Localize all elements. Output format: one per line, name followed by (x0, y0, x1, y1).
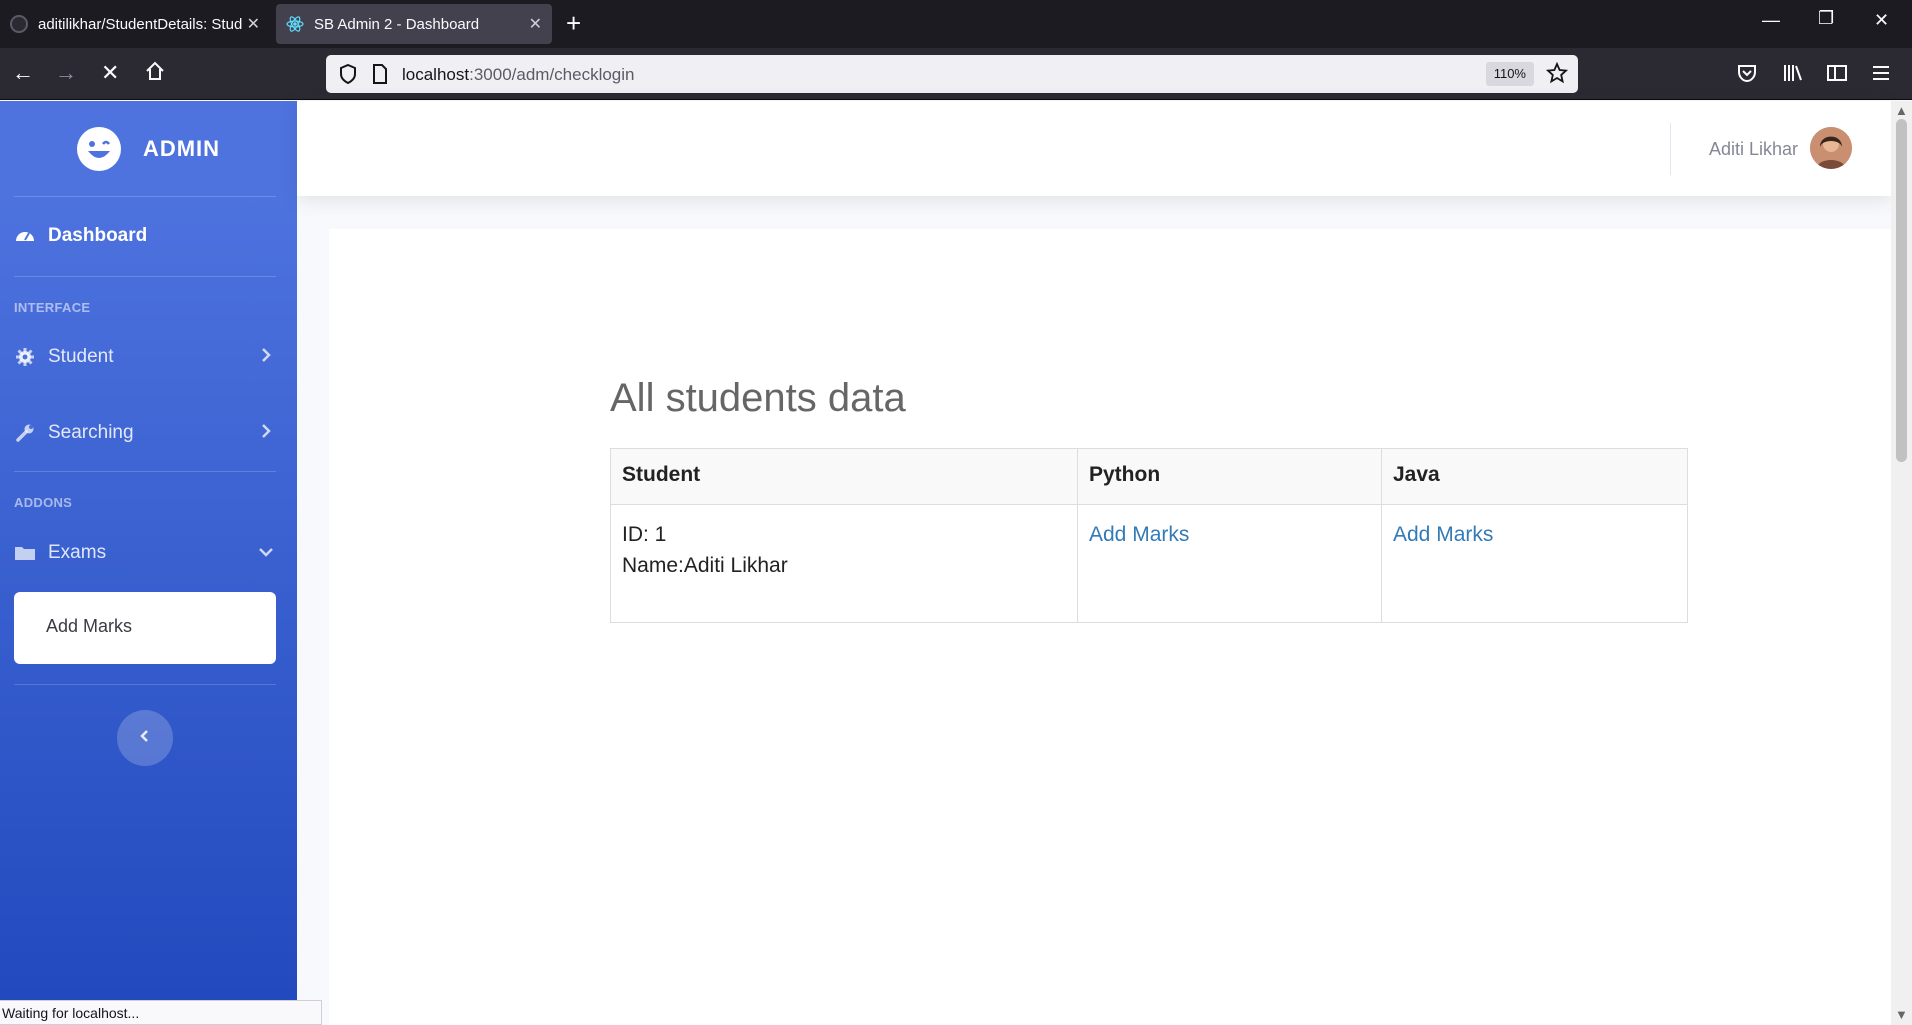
sidebar-heading-interface: INTERFACE (14, 300, 91, 315)
browser-toolbar: ← → ✕ localhost:3000/adm/checklogin 110% (0, 48, 1912, 100)
sidebar-item-label: Exams (48, 542, 107, 563)
url-text: localhost:3000/adm/checklogin (402, 65, 635, 85)
avatar[interactable] (1810, 127, 1852, 169)
forward-arrow-icon[interactable]: → (55, 60, 77, 86)
column-header-student: Student (610, 448, 1078, 505)
sidebar-item-searching[interactable]: Searching (0, 405, 297, 461)
sidebar-item-exams[interactable]: Exams (0, 525, 297, 581)
github-favicon-icon (10, 15, 28, 33)
tab-close-icon[interactable]: ✕ (247, 14, 260, 34)
sidebar-item-label: Searching (48, 422, 134, 443)
python-cell: Add Marks (1077, 504, 1382, 623)
sidebar-toggle-icon[interactable] (1826, 62, 1848, 89)
student-name: Name:Aditi Likhar (622, 554, 788, 577)
sidebar-brand[interactable]: ADMIN (0, 101, 297, 196)
topbar-divider (1670, 123, 1671, 175)
close-window-icon[interactable]: ✕ (1874, 10, 1889, 31)
browser-tab-strip: aditilikhar/StudentDetails: Stud ✕ SB Ad… (0, 0, 1912, 48)
tachometer-icon (14, 225, 36, 247)
column-header-java: Java (1381, 448, 1688, 505)
topbar: Aditi Likhar (297, 101, 1891, 196)
student-id: ID: 1 (622, 523, 667, 546)
page-title: All students data (610, 376, 906, 420)
tracking-shield-icon[interactable] (338, 63, 358, 90)
bookmark-star-icon[interactable] (1545, 61, 1569, 89)
add-marks-python-link[interactable]: Add Marks (1089, 523, 1189, 546)
sidebar-heading-addons: ADDONS (14, 495, 73, 510)
sidebar-divider (14, 471, 276, 472)
sidebar-toggle-button[interactable] (117, 710, 173, 766)
stop-loading-icon[interactable]: ✕ (101, 60, 119, 86)
table-row: ID: 1 Name:Aditi Likhar Add Marks Add Ma… (610, 504, 1688, 623)
page-scrollbar[interactable]: ▲ ▼ (1891, 101, 1912, 1025)
submenu-item-add-marks[interactable]: Add Marks (46, 616, 132, 637)
minimize-window-icon[interactable]: — (1762, 10, 1780, 31)
sidebar-item-student[interactable]: Student (0, 329, 297, 385)
sidebar-divider (14, 276, 276, 277)
folder-icon (14, 542, 36, 564)
zoom-level-badge[interactable]: 110% (1485, 62, 1534, 86)
page-info-icon[interactable] (371, 63, 389, 90)
scrollbar-thumb[interactable] (1896, 119, 1907, 462)
sidebar: ADMIN Dashboard INTERFACE Student Search… (0, 101, 297, 1000)
address-bar[interactable]: localhost:3000/adm/checklogin 110% (326, 55, 1578, 93)
wrench-icon (14, 422, 36, 444)
new-tab-plus-icon[interactable]: + (566, 8, 581, 39)
sidebar-divider (14, 684, 276, 685)
scroll-down-icon[interactable]: ▼ (1895, 1007, 1908, 1022)
student-cell: ID: 1 Name:Aditi Likhar (610, 504, 1078, 623)
browser-tab-dashboard[interactable]: SB Admin 2 - Dashboard ✕ (276, 4, 552, 44)
tab-title: aditilikhar/StudentDetails: Stud (38, 15, 243, 33)
chevron-down-icon (257, 543, 275, 565)
url-path: :3000/adm/checklogin (469, 65, 635, 84)
sidebar-item-label: Dashboard (48, 225, 148, 246)
java-cell: Add Marks (1381, 504, 1688, 623)
browser-tab-github[interactable]: aditilikhar/StudentDetails: Stud ✕ (0, 4, 270, 44)
chevron-left-icon (138, 727, 152, 750)
app-menu-icon[interactable] (1870, 62, 1892, 89)
home-icon[interactable] (144, 60, 166, 88)
url-host: localhost (402, 65, 470, 84)
table-header-row: Student Python Java (610, 448, 1688, 505)
restore-window-icon[interactable]: ❐ (1818, 8, 1834, 29)
library-icon[interactable] (1782, 62, 1804, 89)
sidebar-item-label: Student (48, 346, 114, 367)
add-marks-java-link[interactable]: Add Marks (1393, 523, 1493, 546)
laugh-wink-icon (76, 126, 121, 171)
tab-close-icon[interactable]: ✕ (529, 14, 542, 34)
react-favicon-icon (286, 15, 304, 33)
user-name[interactable]: Aditi Likhar (1709, 139, 1798, 160)
sidebar-item-dashboard[interactable]: Dashboard (0, 208, 297, 264)
chevron-right-icon (259, 345, 273, 371)
column-header-python: Python (1077, 448, 1382, 505)
sidebar-divider (14, 196, 276, 197)
students-table: Student Python Java ID: 1 Name:Aditi Lik… (610, 448, 1688, 623)
scroll-up-icon[interactable]: ▲ (1895, 103, 1908, 118)
cog-icon (14, 346, 36, 368)
brand-text: ADMIN (142, 135, 221, 161)
pocket-icon[interactable] (1736, 62, 1758, 89)
browser-status-bar: Waiting for localhost... (0, 1000, 322, 1025)
exams-submenu: Add Marks (14, 592, 276, 664)
tab-title: SB Admin 2 - Dashboard (314, 15, 480, 33)
back-arrow-icon[interactable]: ← (12, 60, 34, 86)
main-content: All students data Student Python Java ID… (329, 229, 1891, 1025)
chevron-right-icon (259, 421, 273, 447)
